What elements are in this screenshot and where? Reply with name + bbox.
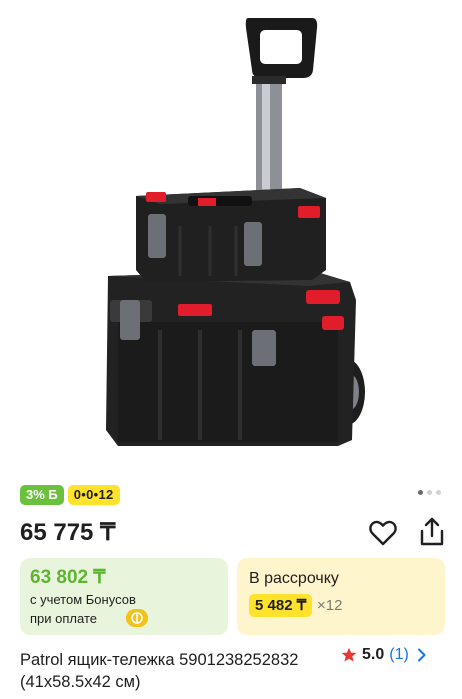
carousel-dot[interactable] <box>436 490 441 495</box>
heart-outline-icon[interactable] <box>369 520 397 546</box>
bonus-price-card[interactable]: 63 802 ₸ с учетом Бонусов при оплате <box>20 558 228 635</box>
rating-summary[interactable]: 5.0 (1) <box>341 646 427 664</box>
carousel-dot[interactable] <box>427 490 432 495</box>
bonus-coin-icon <box>126 609 148 627</box>
carousel-indicator <box>418 490 441 495</box>
installment-card[interactable]: В рассрочку 5 482 ₸ ×12 <box>237 558 445 635</box>
installment-months: ×12 <box>317 597 343 614</box>
installment-title: В рассрочку <box>249 570 339 587</box>
reviews-count-link[interactable]: (1) <box>389 646 409 664</box>
chevron-right-icon[interactable] <box>417 648 427 662</box>
share-icon[interactable] <box>418 517 446 547</box>
bonus-price: 63 802 ₸ <box>30 567 106 588</box>
toolbox-trolley-image <box>106 18 365 446</box>
cashback-badge: 3% Б <box>20 485 64 505</box>
product-title: Patrol ящик-тележка 5901238252832 (41x58… <box>20 651 299 691</box>
promo-badges: 3% Б 0•0•12 <box>20 485 120 505</box>
bonus-note-line1: с учетом Бонусов <box>30 592 136 607</box>
bonus-note-line2: при оплате <box>30 611 97 626</box>
star-icon <box>341 647 357 662</box>
rating-score: 5.0 <box>362 646 385 663</box>
product-image[interactable] <box>0 0 462 478</box>
installment-badge: 0•0•12 <box>67 485 120 505</box>
product-price: 65 775 ₸ <box>20 519 116 546</box>
carousel-dot-active[interactable] <box>418 490 423 495</box>
installment-amount: 5 482 ₸ <box>249 594 313 617</box>
